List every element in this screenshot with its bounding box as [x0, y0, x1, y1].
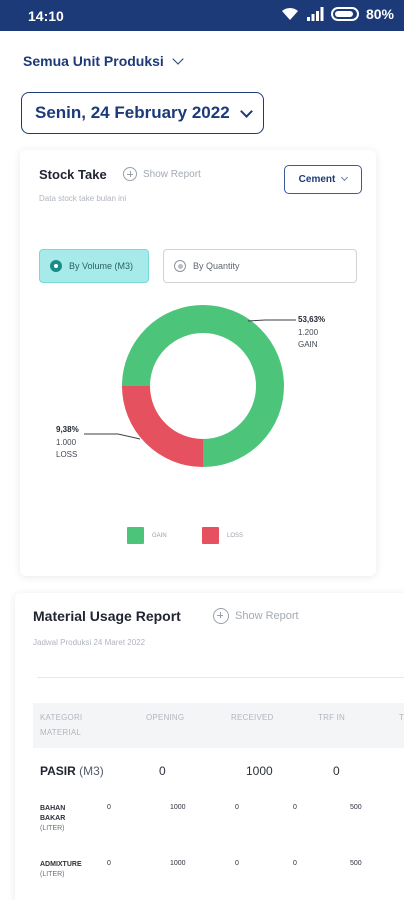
status-icons: 80% — [281, 6, 394, 22]
plus-circle-icon — [213, 608, 229, 624]
gain-callout: 53,63% 1.200 GAIN — [298, 314, 325, 352]
column-truncated: T — [399, 713, 404, 722]
loss-value: 1.000 — [56, 437, 77, 447]
chevron-down-icon — [239, 104, 253, 118]
wifi-icon — [281, 7, 298, 20]
material-usage-card: Material Usage Report Show Report Jadwal… — [15, 593, 404, 900]
date-selector-label: Senin, 24 February 2022 — [35, 103, 230, 122]
table-cell: 0 — [107, 804, 111, 811]
loss-percent: 9,38% — [56, 425, 79, 434]
material-usage-title: Material Usage Report — [33, 608, 181, 624]
legend-loss: LOSS — [202, 527, 243, 544]
row-name: PASIR — [40, 764, 76, 778]
divider — [37, 677, 404, 678]
gain-leader-line — [247, 319, 296, 322]
table-cell: 0 — [235, 804, 239, 811]
signal-icon — [306, 7, 324, 21]
table-cell: 500 — [350, 860, 362, 867]
table-cell: 0 — [159, 764, 166, 778]
row-name: ADMIXTURE — [40, 861, 82, 868]
table-cell: 0 — [293, 804, 297, 811]
row-unit: (M3) — [79, 764, 104, 778]
table-row-label: BAHAN BAKAR (LITER) — [40, 804, 80, 834]
stock-take-card: Stock Take Show Report Data stock take b… — [20, 150, 376, 576]
loss-name: LOSS — [56, 450, 78, 459]
table-cell: 1000 — [246, 764, 273, 778]
gain-name: GAIN — [298, 340, 318, 349]
status-bar: 14:10 80% — [0, 0, 404, 31]
date-selector[interactable]: Senin, 24 February 2022 — [21, 92, 264, 134]
unit-selector[interactable]: Semua Unit Produksi — [23, 53, 184, 69]
row-unit: (LITER) — [40, 871, 65, 878]
row-unit: (LITER) — [40, 825, 65, 832]
loss-callout: 9,38% 1.000 LOSS — [56, 424, 79, 462]
loss-leader-line — [84, 433, 141, 440]
material-usage-subtitle: Jadwal Produksi 24 Maret 2022 — [33, 638, 146, 647]
legend-gain-swatch — [127, 527, 144, 544]
unit-selector-label: Semua Unit Produksi — [23, 53, 164, 69]
battery-icon — [330, 7, 359, 21]
show-report-label: Show Report — [235, 610, 299, 622]
table-cell: 1000 — [170, 860, 186, 867]
column-trf-in: TRF IN — [318, 713, 345, 722]
gain-value: 1.200 — [298, 327, 319, 337]
table-cell: 0 — [107, 860, 111, 867]
material-usage-show-report[interactable]: Show Report — [213, 608, 299, 624]
table-cell: 0 — [235, 860, 239, 867]
table-cell: 0 — [293, 860, 297, 867]
legend-loss-label: LOSS — [227, 532, 244, 539]
legend-gain: GAIN — [127, 527, 167, 544]
legend-loss-swatch — [202, 527, 219, 544]
table-row-label: ADMIXTURE (LITER) — [40, 860, 100, 880]
column-received: RECEIVED — [231, 713, 274, 722]
legend-gain-label: GAIN — [152, 532, 167, 539]
row-name: BAHAN BAKAR — [40, 805, 66, 822]
status-time: 14:10 — [28, 8, 64, 24]
stock-take-donut-chart — [84, 305, 296, 467]
chevron-down-icon — [172, 53, 184, 65]
table-cell: 0 — [333, 764, 340, 778]
table-cell: 1000 — [170, 804, 186, 811]
battery-percent: 80% — [365, 6, 394, 22]
column-opening: OPENING — [146, 713, 185, 722]
table-row-label: PASIR (M3) — [40, 764, 104, 778]
gain-percent: 53,63% — [298, 315, 326, 324]
table-cell: 500 — [350, 804, 362, 811]
column-kategori-material: KATEGORI MATERIAL — [40, 713, 83, 737]
